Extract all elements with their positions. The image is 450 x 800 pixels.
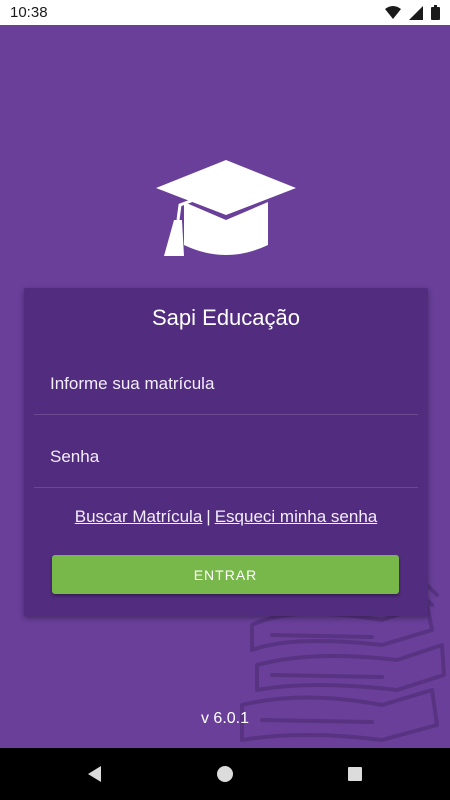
link-separator: | bbox=[206, 507, 211, 526]
entrar-button[interactable]: ENTRAR bbox=[52, 555, 399, 594]
buscar-matricula-link[interactable]: Buscar Matrícula bbox=[75, 507, 203, 526]
esqueci-senha-link[interactable]: Esqueci minha senha bbox=[215, 507, 378, 526]
signal-icon bbox=[409, 5, 423, 20]
app-title: Sapi Educação bbox=[152, 305, 300, 330]
graduation-cap-icon bbox=[156, 160, 296, 256]
home-icon[interactable] bbox=[215, 764, 235, 784]
wifi-icon bbox=[385, 5, 401, 19]
links-row: Buscar Matrícula | Esqueci minha senha bbox=[24, 507, 428, 527]
battery-icon bbox=[431, 5, 440, 20]
version-label: v 6.0.1 bbox=[200, 710, 250, 727]
status-icons bbox=[385, 5, 440, 20]
back-icon[interactable] bbox=[85, 764, 105, 784]
senha-input[interactable] bbox=[34, 427, 418, 487]
navigation-bar bbox=[0, 748, 450, 800]
matricula-field bbox=[34, 354, 418, 415]
senha-field bbox=[34, 427, 418, 488]
recents-icon[interactable] bbox=[345, 764, 365, 784]
status-time: 10:38 bbox=[10, 4, 48, 21]
status-bar: 10:38 bbox=[0, 0, 450, 25]
matricula-input[interactable] bbox=[34, 354, 418, 414]
login-card: Sapi Educação Buscar Matrícula|Esqueci m… bbox=[24, 288, 428, 616]
